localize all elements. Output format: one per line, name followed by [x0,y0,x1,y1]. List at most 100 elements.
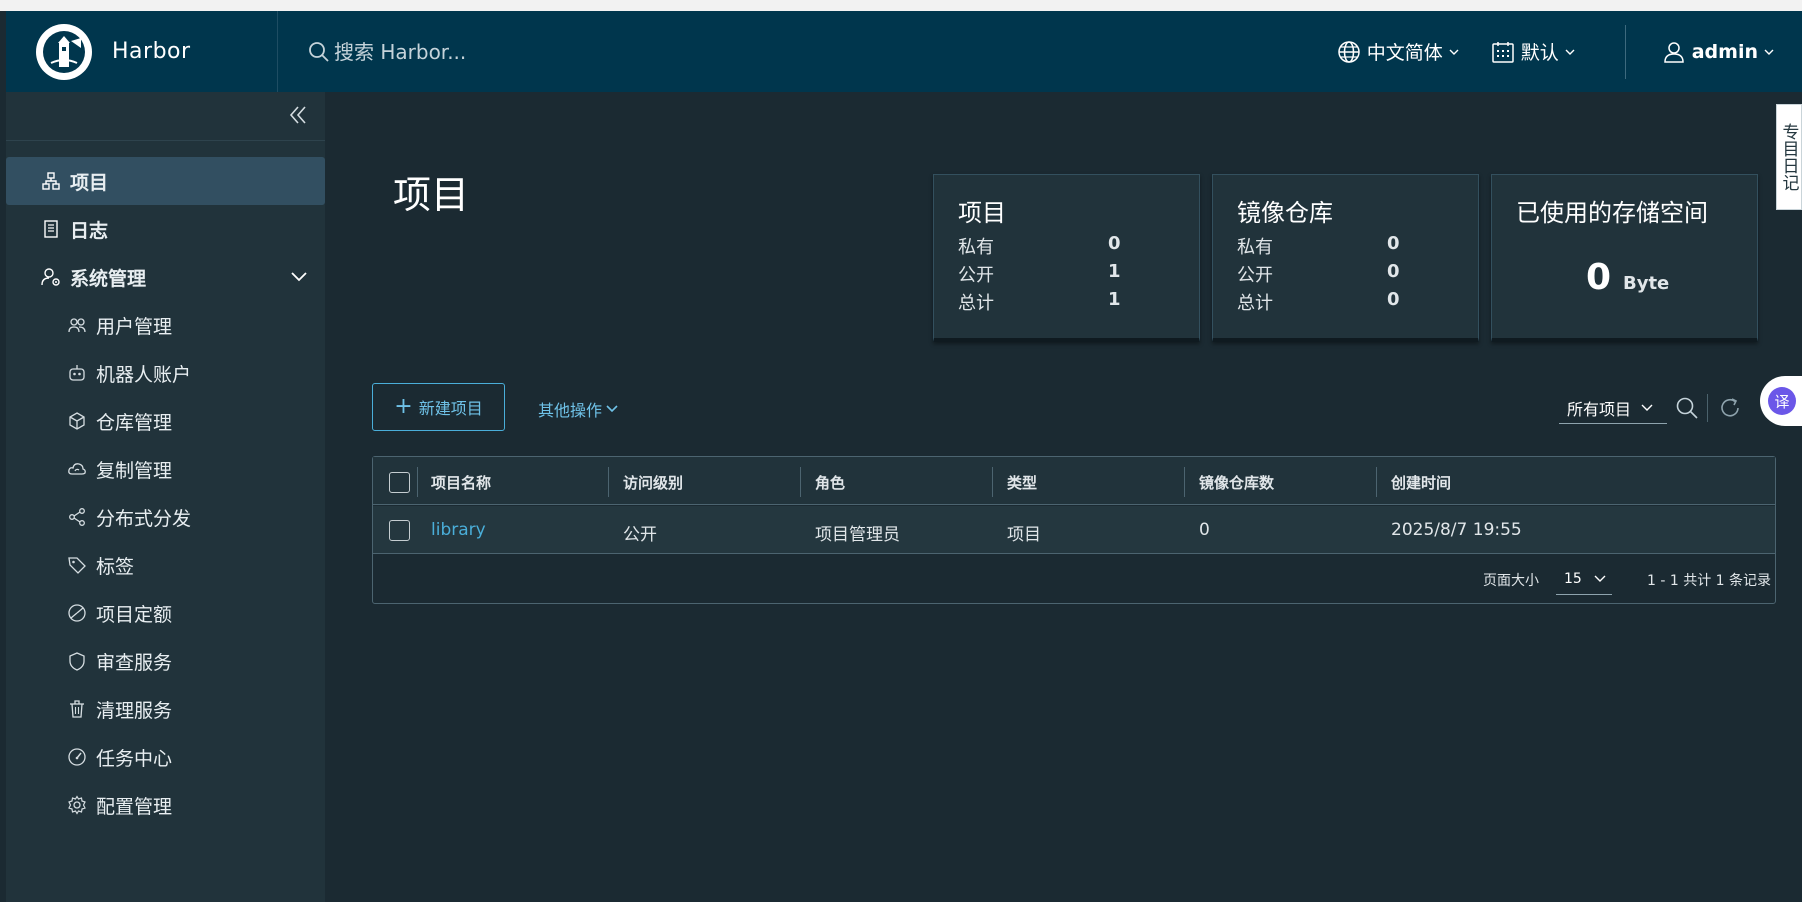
chevron-down-icon [1594,575,1606,582]
sidebar-item-replications[interactable]: 复制管理 [6,445,325,493]
user-menu[interactable]: admin [1662,40,1780,64]
sidebar-item-label: 标签 [96,555,135,578]
project-filter-select[interactable]: 所有项目 [1559,392,1667,424]
column-header-created[interactable]: 创建时间 [1391,472,1451,493]
sidebar-item-users[interactable]: 用户管理 [6,301,325,349]
chevron-down-icon [1565,49,1575,55]
cell-type: 项目 [1007,525,1041,545]
column-header-role[interactable]: 角色 [815,472,845,493]
translate-button[interactable]: 译 [1760,376,1802,426]
table-row[interactable]: library 公开 项目管理员 项目 0 2025/8/7 19:55 [373,506,1775,554]
filter-label: 所有项目 [1567,399,1632,419]
card-row-total: 总计 0 [1237,289,1400,314]
cell-access: 公开 [623,525,657,545]
double-chevron-left-icon [289,106,306,124]
sidebar-nav: 项目 日志 系统管理 用户管理 机器人账户 仓库管理 复制管理 分布式分发 标签… [6,157,325,829]
sidebar-item-label: 项目 [70,171,109,194]
sidebar-item-robot-accounts[interactable]: 机器人账户 [6,349,325,397]
sidebar-item-system-admin[interactable]: 系统管理 [6,253,325,301]
project-icon [40,170,62,192]
side-notes-tab[interactable]: 专目日记 [1776,104,1802,210]
refresh-icon [1721,398,1739,417]
gear-icon [66,794,88,816]
cloud-sync-icon [66,458,88,480]
page-size-select[interactable]: 15 [1556,563,1612,595]
sidebar-item-label: 用户管理 [96,315,173,338]
sidebar-divider [6,140,325,141]
more-actions-dropdown[interactable]: 其他操作 [538,397,618,421]
registry-box-icon [66,410,88,432]
column-header-name[interactable]: 项目名称 [431,472,491,493]
new-project-button[interactable]: + 新建项目 [372,383,505,431]
cell-created: 2025/8/7 19:55 [1391,520,1522,540]
calendar-icon [1491,41,1514,63]
main-content: 项目 项目 私有 0 公开 1 总计 1 镜像仓库 私有 0 公开 0 总计 0 已使用的存… [325,92,1802,902]
sidebar-item-labels[interactable]: 标签 [6,541,325,589]
column-divider [417,467,418,497]
card-title: 镜像仓库 [1237,199,1333,227]
global-search[interactable] [308,39,634,64]
share-icon [66,506,88,528]
row-checkbox[interactable] [389,520,410,541]
app-header: Harbor 中文简体 默认 admin [6,11,1802,92]
projects-summary-card: 项目 私有 0 公开 1 总计 1 [933,174,1200,342]
log-icon [40,218,62,240]
sidebar-item-label: 复制管理 [96,459,173,482]
shield-icon [66,650,88,672]
filter-search-button[interactable] [1675,396,1699,424]
sidebar-item-interrogation[interactable]: 审查服务 [6,637,325,685]
sidebar-item-logs[interactable]: 日志 [6,205,325,253]
browser-top-strip [0,0,1802,11]
sidebar-item-projects[interactable]: 项目 [6,157,325,205]
translate-icon: 译 [1768,387,1796,415]
sidebar-item-label: 机器人账户 [96,363,192,386]
column-header-type[interactable]: 类型 [1007,472,1037,493]
chevron-down-icon[interactable] [289,267,309,287]
users-icon [66,314,88,336]
column-divider [608,467,609,497]
project-name-link[interactable]: library [431,520,486,540]
card-row-private: 私有 0 [1237,233,1400,258]
username: admin [1691,40,1758,63]
sidebar-item-job-service[interactable]: 任务中心 [6,733,325,781]
dashboard-gauge-icon [66,746,88,768]
sidebar-item-quotas[interactable]: 项目定额 [6,589,325,637]
card-title: 已使用的存储空间 [1516,199,1708,227]
page-size-label: 页面大小 [1483,573,1539,589]
storage-value: 0 [1586,257,1612,298]
trash-icon [66,698,88,720]
quota-pie-icon [66,602,88,624]
datetime-format-selector[interactable]: 默认 [1491,38,1581,65]
sidebar-item-label: 日志 [70,219,109,242]
sidebar-item-label: 任务中心 [96,747,173,770]
table-footer: 页面大小 15 1 - 1 共计 1 条记录 [373,555,1775,603]
refresh-button[interactable] [1718,396,1742,424]
header-divider [1624,24,1626,79]
column-header-access[interactable]: 访问级别 [623,472,683,493]
search-input[interactable] [334,39,634,64]
column-header-repo-count[interactable]: 镜像仓库数 [1199,472,1274,493]
column-divider [992,467,993,497]
collapse-sidebar-button[interactable] [287,104,309,130]
storage-summary-card: 已使用的存储空间 0 Byte [1491,174,1758,342]
language-selector[interactable]: 中文简体 [1337,38,1465,65]
search-icon [309,41,329,62]
header-right: 中文简体 默认 admin [1337,11,1802,92]
card-row-public: 公开 1 [958,261,1121,286]
sidebar-item-configuration[interactable]: 配置管理 [6,781,325,829]
sidebar-item-distributions[interactable]: 分布式分发 [6,493,325,541]
chevron-down-icon [606,405,618,413]
sidebar-item-label: 审查服务 [96,651,173,674]
new-project-label: 新建项目 [418,399,483,418]
brand[interactable]: Harbor [6,11,278,92]
select-all-checkbox[interactable] [389,472,410,493]
datetime-format-label: 默认 [1520,42,1559,64]
column-divider [1184,467,1185,497]
sidebar-item-registries[interactable]: 仓库管理 [6,397,325,445]
page-size-value: 15 [1564,570,1582,587]
admin-settings-icon [40,266,62,288]
record-count: 1 - 1 共计 1 条记录 [1647,573,1772,589]
user-icon [1663,41,1684,63]
sidebar-item-clean-up[interactable]: 清理服务 [6,685,325,733]
globe-icon [1337,40,1360,63]
